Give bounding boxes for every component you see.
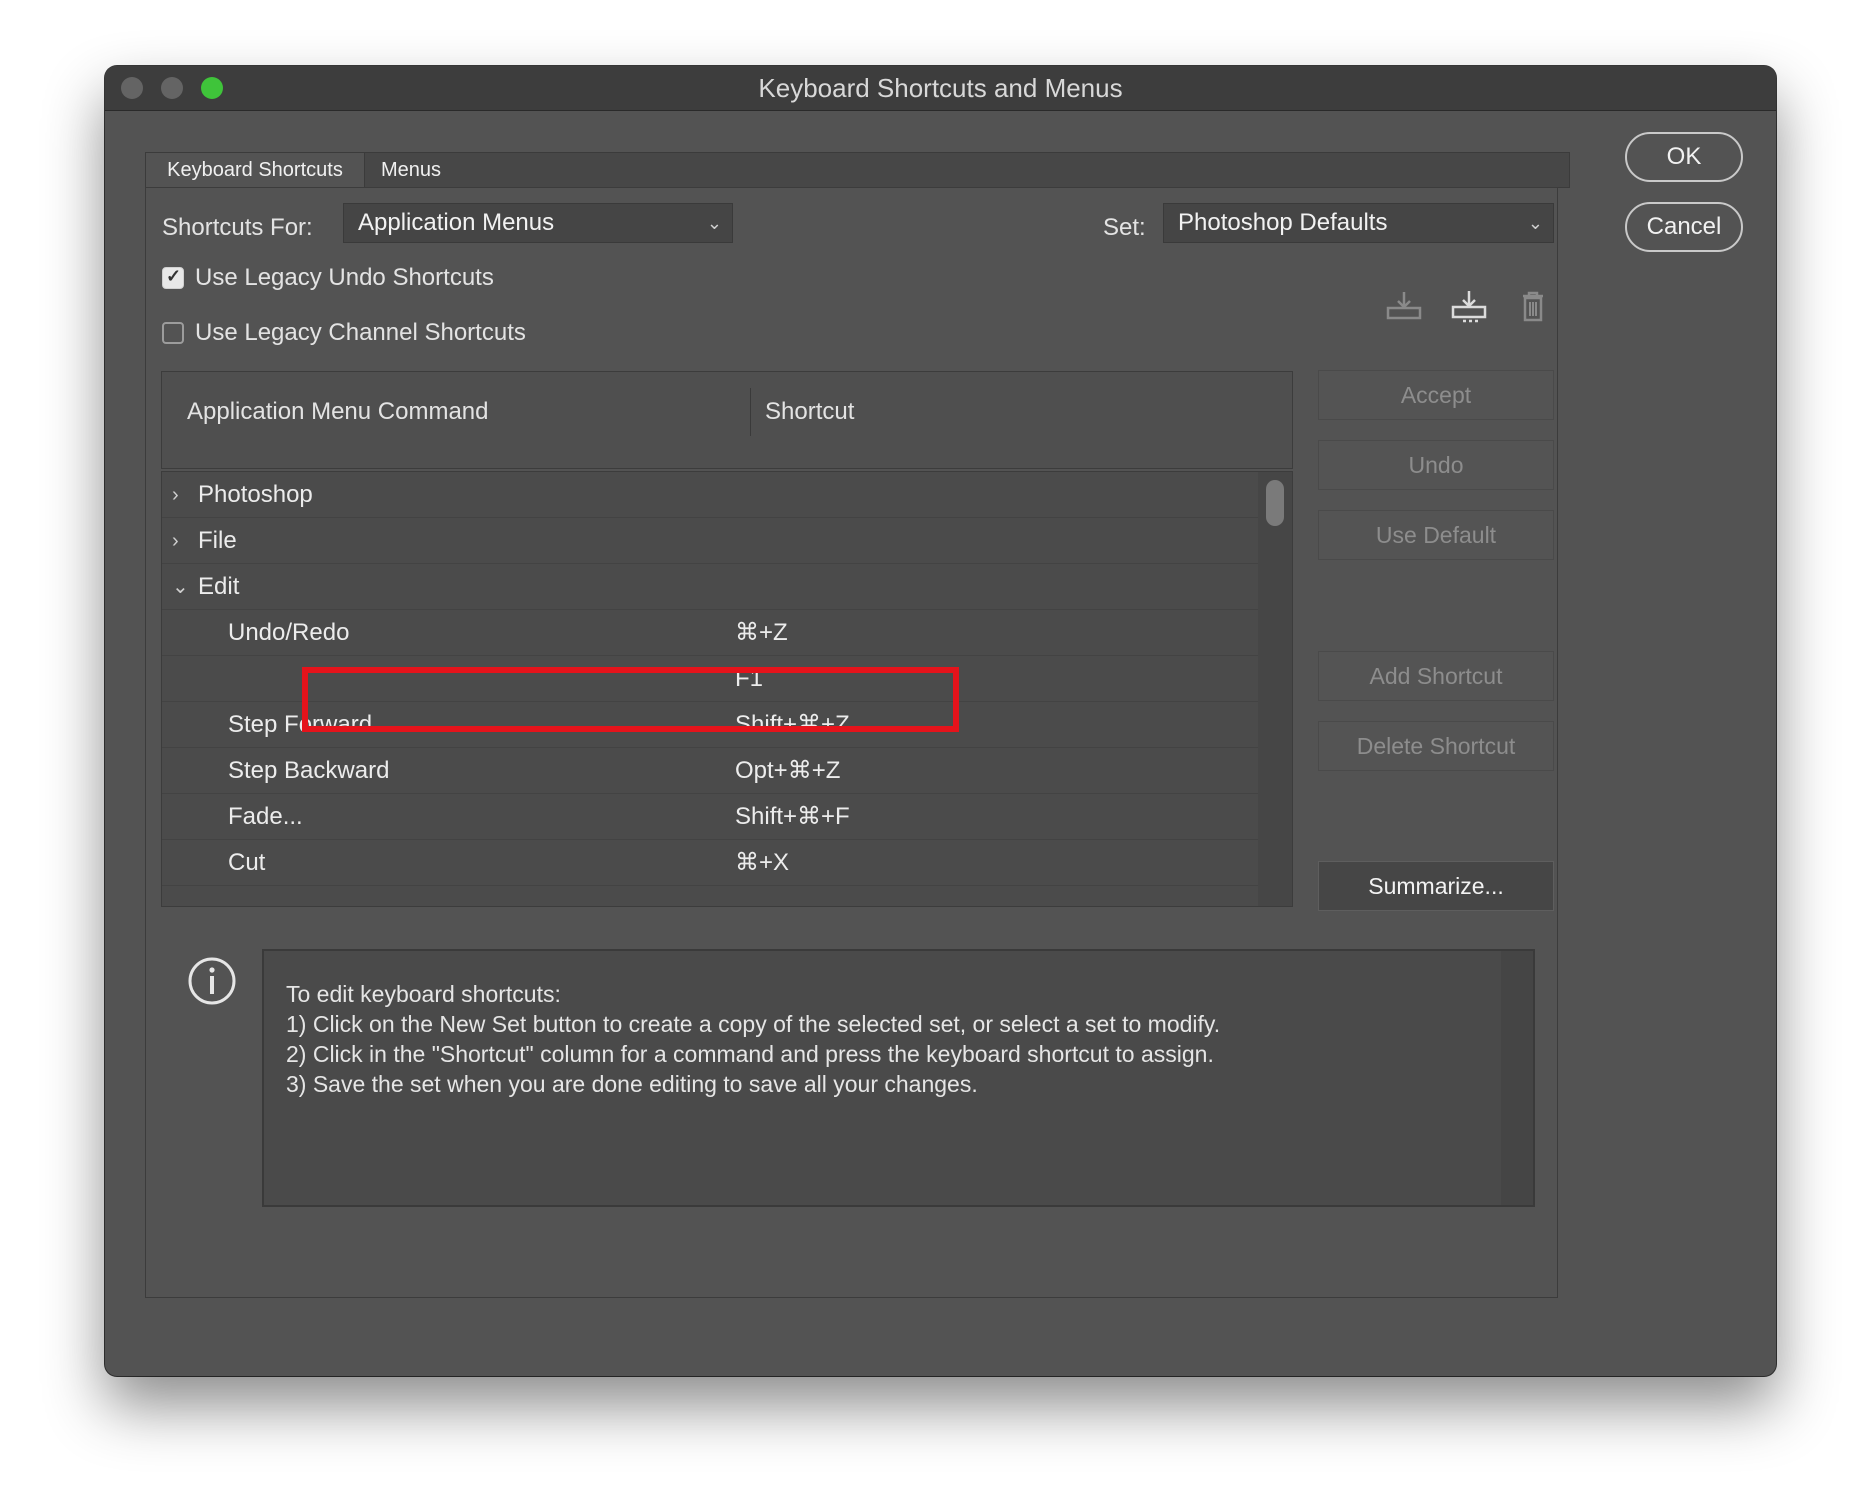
table-row[interactable]: › File <box>162 518 1258 564</box>
info-line: 3) Save the set when you are done editin… <box>286 1071 978 1097</box>
legacy-undo-label: Use Legacy Undo Shortcuts <box>195 264 494 291</box>
save-set-icon[interactable] <box>1384 288 1424 324</box>
checkmark-icon: ✓ <box>166 266 182 286</box>
column-header-command[interactable]: Application Menu Command <box>187 392 489 432</box>
dialog-window: Keyboard Shortcuts and Menus OK Cancel K… <box>105 66 1776 1376</box>
table-row[interactable]: Step Forward Shift+⌘+Z <box>162 702 1258 748</box>
cancel-button[interactable]: Cancel <box>1625 202 1743 252</box>
table-scrollbar[interactable] <box>1258 472 1292 906</box>
set-label: Set: <box>1103 214 1146 241</box>
table-row[interactable]: Fade... Shift+⌘+F <box>162 794 1258 840</box>
accept-button[interactable]: Accept <box>1318 370 1554 420</box>
chevron-down-icon: ⌄ <box>1527 213 1543 233</box>
title-bar: Keyboard Shortcuts and Menus <box>105 66 1776 111</box>
legacy-undo-checkbox[interactable]: ✓ <box>162 266 184 289</box>
tab-keyboard-shortcuts[interactable]: Keyboard Shortcuts <box>146 153 365 188</box>
legacy-channel-checkbox[interactable] <box>162 322 184 344</box>
set-select[interactable]: Photoshop Defaults ⌄ <box>1163 203 1554 243</box>
info-line: 2) Click in the "Shortcut" column for a … <box>286 1041 1214 1067</box>
column-divider <box>750 388 751 436</box>
shortcut-table: › Photoshop › File ⌄ Edit Undo/Redo ⌘+Z … <box>161 471 1293 907</box>
use-default-button[interactable]: Use Default <box>1318 510 1554 560</box>
set-value: Photoshop Defaults <box>1178 209 1388 236</box>
chevron-down-icon: ⌄ <box>706 213 722 233</box>
table-row[interactable]: ⌄ Edit <box>162 564 1258 610</box>
table-header: Application Menu Command Shortcut <box>161 371 1293 469</box>
info-text-box: To edit keyboard shortcuts: 1) Click on … <box>262 949 1535 1207</box>
table-row-partial[interactable] <box>162 886 1258 906</box>
scroll-thumb[interactable] <box>1266 480 1284 526</box>
info-line: To edit keyboard shortcuts: <box>286 981 561 1007</box>
shortcuts-for-label: Shortcuts For: <box>162 214 313 241</box>
add-shortcut-button[interactable]: Add Shortcut <box>1318 651 1554 701</box>
delete-shortcut-button[interactable]: Delete Shortcut <box>1318 721 1554 771</box>
info-scrollbar[interactable] <box>1501 951 1533 1205</box>
table-row[interactable]: Step Backward Opt+⌘+Z <box>162 748 1258 794</box>
table-row[interactable]: F1 <box>162 656 1258 702</box>
chevron-right-icon[interactable]: › <box>172 518 179 564</box>
tab-strip: Keyboard Shortcuts Menus <box>145 152 1570 188</box>
shortcuts-for-value: Application Menus <box>358 209 555 236</box>
info-line: 1) Click on the New Set button to create… <box>286 1011 1221 1037</box>
info-icon <box>187 956 237 1006</box>
shortcuts-for-select[interactable]: Application Menus ⌄ <box>343 203 733 243</box>
tab-menus[interactable]: Menus <box>364 153 458 188</box>
table-row[interactable]: › Photoshop <box>162 472 1258 518</box>
column-header-shortcut[interactable]: Shortcut <box>765 392 854 432</box>
legacy-channel-label: Use Legacy Channel Shortcuts <box>195 319 526 346</box>
window-title: Keyboard Shortcuts and Menus <box>758 73 1123 103</box>
chevron-down-icon[interactable]: ⌄ <box>172 564 189 610</box>
delete-set-icon[interactable] <box>1513 288 1553 324</box>
undo-button[interactable]: Undo <box>1318 440 1554 490</box>
summarize-button[interactable]: Summarize... <box>1318 861 1554 911</box>
new-set-icon[interactable] <box>1449 288 1489 324</box>
chevron-right-icon[interactable]: › <box>172 472 179 518</box>
ok-button[interactable]: OK <box>1625 132 1743 182</box>
table-row[interactable]: Undo/Redo ⌘+Z <box>162 610 1258 656</box>
table-row[interactable]: Cut ⌘+X <box>162 840 1258 886</box>
